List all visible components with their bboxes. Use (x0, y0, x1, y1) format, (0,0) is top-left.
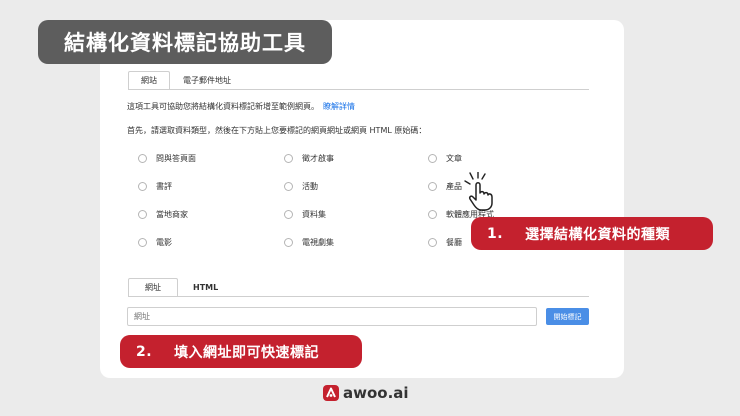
option-label: 書評 (156, 182, 172, 191)
awoo-logo-icon (323, 385, 339, 401)
tab-divider (128, 89, 589, 90)
option-article[interactable]: 文章 (428, 153, 462, 164)
option-label: 電視劇集 (302, 238, 334, 247)
option-book-review[interactable]: 書評 (138, 181, 172, 192)
option-event[interactable]: 活動 (284, 181, 318, 192)
tab-website[interactable]: 網站 (128, 71, 170, 90)
option-movie[interactable]: 電影 (138, 237, 172, 248)
intro-text: 這項工具可協助您將結構化資料標記新增至範例網頁。 瞭解詳情 (127, 101, 355, 112)
radio-button[interactable] (428, 238, 437, 247)
input-method-tabs: 網址 HTML (128, 278, 233, 297)
intro-description: 這項工具可協助您將結構化資料標記新增至範例網頁。 (127, 102, 319, 111)
option-qa-page[interactable]: 問與答頁面 (138, 153, 196, 164)
start-tagging-button[interactable]: 開始標記 (546, 308, 589, 325)
radio-button[interactable] (428, 182, 437, 191)
url-input[interactable] (127, 307, 537, 326)
option-job-posting[interactable]: 徵才啟事 (284, 153, 334, 164)
radio-button[interactable] (284, 210, 293, 219)
option-label: 當地商家 (156, 210, 188, 219)
callout-text: 填入網址即可快速標記 (174, 344, 320, 361)
option-label: 電影 (156, 238, 172, 247)
radio-button[interactable] (428, 154, 437, 163)
tab-html[interactable]: HTML (178, 278, 233, 297)
source-tabs: 網站 電子郵件地址 (128, 71, 244, 90)
page-title-banner: 結構化資料標記協助工具 (38, 20, 332, 64)
option-label: 文章 (446, 154, 462, 163)
callout-step-1: 1. 選擇結構化資料的種類 (471, 217, 713, 250)
option-label: 徵才啟事 (302, 154, 334, 163)
instruction-text: 首先，請選取資料類型，然後在下方貼上您要標記的網頁網址或網頁 HTML 原始碼： (127, 126, 427, 135)
tab-url[interactable]: 網址 (128, 278, 178, 297)
callout-number: 1. (487, 225, 504, 242)
option-product[interactable]: 產品 (428, 181, 462, 192)
radio-button[interactable] (284, 238, 293, 247)
option-label: 餐廳 (446, 238, 462, 247)
option-local-business[interactable]: 當地商家 (138, 209, 188, 220)
radio-button[interactable] (138, 238, 147, 247)
page-title: 結構化資料標記協助工具 (64, 31, 306, 55)
awoo-logo: awoo.ai (323, 384, 409, 402)
option-dataset[interactable]: 資料集 (284, 209, 326, 220)
option-label: 產品 (446, 182, 462, 191)
logo-text: awoo.ai (343, 384, 409, 402)
option-label: 問與答頁面 (156, 154, 196, 163)
learn-more-link[interactable]: 瞭解詳情 (323, 102, 355, 111)
tab-divider (128, 296, 589, 297)
radio-button[interactable] (138, 210, 147, 219)
tab-email[interactable]: 電子郵件地址 (170, 71, 244, 90)
callout-text: 選擇結構化資料的種類 (525, 226, 671, 243)
option-restaurant[interactable]: 餐廳 (428, 237, 462, 248)
radio-button[interactable] (138, 154, 147, 163)
option-label: 資料集 (302, 210, 326, 219)
radio-button[interactable] (428, 210, 437, 219)
option-tv-episode[interactable]: 電視劇集 (284, 237, 334, 248)
callout-number: 2. (136, 343, 153, 360)
option-label: 活動 (302, 182, 318, 191)
radio-button[interactable] (284, 182, 293, 191)
hand-pointer-icon (464, 172, 493, 211)
radio-button[interactable] (138, 182, 147, 191)
callout-step-2: 2. 填入網址即可快速標記 (120, 335, 362, 368)
radio-button[interactable] (284, 154, 293, 163)
